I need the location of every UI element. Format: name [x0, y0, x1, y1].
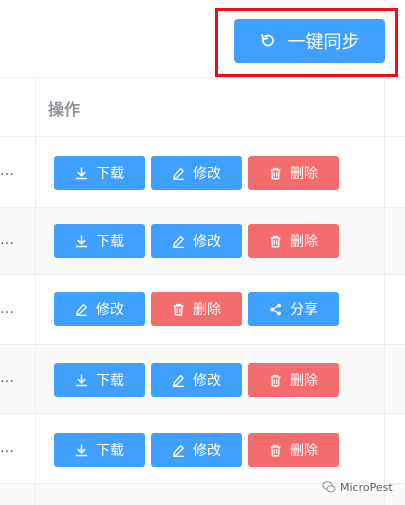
share-button[interactable]: 分享	[248, 292, 339, 326]
download-button[interactable]: 下载	[54, 363, 145, 397]
table-row: … 下载 修改 删除	[0, 137, 405, 208]
delete-button[interactable]: 删除	[248, 363, 339, 397]
table-row: … 下载 修改 删除	[0, 208, 405, 275]
table-row: … 修改 删除 分享	[0, 275, 405, 345]
download-icon	[75, 166, 88, 180]
button-label: 删除	[290, 234, 318, 250]
download-icon	[75, 234, 88, 248]
truncated-cell: …	[0, 440, 15, 456]
delete-icon	[269, 374, 282, 387]
button-label: 修改	[193, 373, 221, 389]
sync-button[interactable]: 一键同步	[234, 19, 385, 63]
delete-icon	[172, 303, 185, 316]
download-icon	[75, 443, 88, 457]
edit-button[interactable]: 修改	[54, 292, 145, 326]
download-button[interactable]: 下载	[54, 433, 145, 467]
delete-icon	[269, 444, 282, 457]
button-label: 删除	[193, 302, 221, 318]
button-label: 删除	[290, 443, 318, 459]
truncated-cell: …	[0, 163, 15, 179]
delete-button[interactable]: 删除	[248, 224, 339, 258]
edit-button[interactable]: 修改	[151, 363, 242, 397]
column-divider	[35, 78, 36, 505]
button-label: 修改	[193, 443, 221, 459]
button-label: 分享	[290, 302, 318, 318]
truncated-cell: …	[0, 232, 15, 248]
edit-button[interactable]: 修改	[151, 224, 242, 258]
download-icon	[75, 373, 88, 387]
button-label: 删除	[290, 373, 318, 389]
table-row: … 下载 修改 删除	[0, 414, 405, 484]
delete-icon	[269, 167, 282, 180]
edit-icon	[172, 167, 185, 180]
edit-icon	[172, 235, 185, 248]
column-divider-right	[384, 78, 385, 505]
button-label: 删除	[290, 166, 318, 182]
watermark-text: MicroPest	[340, 480, 393, 494]
delete-button[interactable]: 删除	[248, 433, 339, 467]
download-button[interactable]: 下载	[54, 224, 145, 258]
table-row: … 下载 修改 删除	[0, 345, 405, 414]
edit-icon	[172, 374, 185, 387]
sync-button-label: 一键同步	[287, 32, 360, 53]
toolbar: 一键同步	[0, 0, 405, 77]
watermark: MicroPest	[322, 480, 393, 494]
edit-icon	[172, 444, 185, 457]
delete-button[interactable]: 删除	[151, 292, 242, 326]
delete-button[interactable]: 删除	[248, 156, 339, 190]
button-label: 下载	[96, 166, 124, 182]
table-header: 操作	[0, 78, 405, 137]
button-label: 修改	[96, 302, 124, 318]
edit-icon	[75, 303, 88, 316]
button-label: 下载	[96, 443, 124, 459]
refresh-icon	[260, 33, 276, 49]
share-icon	[269, 303, 282, 316]
truncated-cell: …	[0, 301, 15, 317]
edit-button[interactable]: 修改	[151, 433, 242, 467]
button-label: 下载	[96, 373, 124, 389]
button-label: 修改	[193, 234, 221, 250]
edit-button[interactable]: 修改	[151, 156, 242, 190]
wechat-icon	[322, 480, 336, 494]
button-label: 修改	[193, 166, 221, 182]
delete-icon	[269, 235, 282, 248]
operation-column-header: 操作	[48, 100, 81, 119]
truncated-cell: …	[0, 370, 15, 386]
download-button[interactable]: 下载	[54, 156, 145, 190]
data-table: 操作 … 下载 修改 删除 … 下载 修改 删除 … 修改 删除 分享 … 下载…	[0, 77, 405, 505]
button-label: 下载	[96, 234, 124, 250]
